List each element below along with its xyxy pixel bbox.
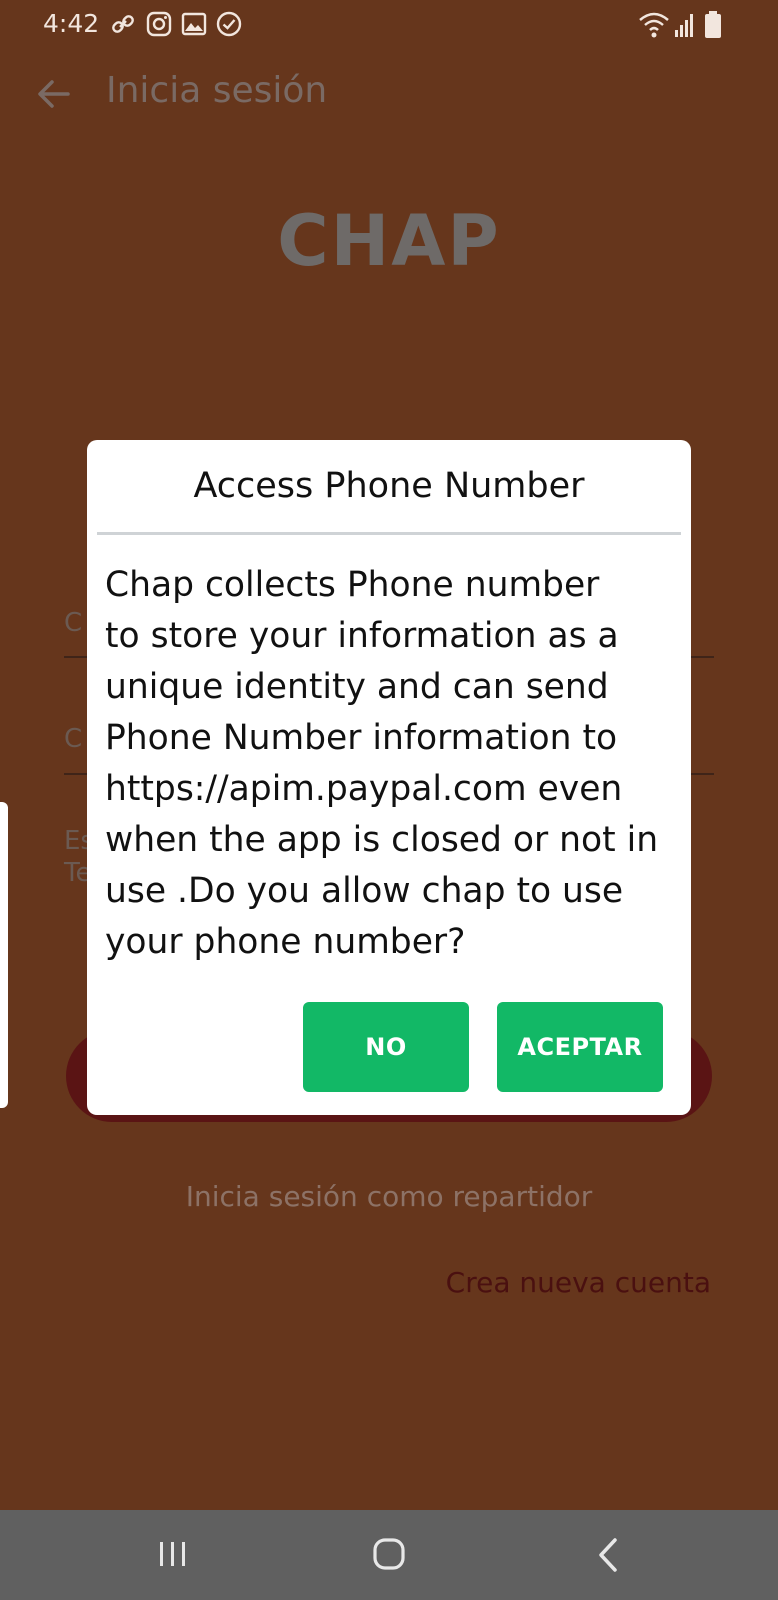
status-right-icons (638, 10, 728, 40)
create-account-link[interactable]: Crea nueva cuenta (446, 1266, 711, 1299)
dialog-divider (97, 532, 681, 535)
recent-apps-icon[interactable] (148, 1532, 198, 1578)
signal-icon (675, 14, 693, 37)
no-button[interactable]: NO (303, 1002, 469, 1092)
home-icon[interactable] (365, 1532, 415, 1578)
dialog-title: Access Phone Number (193, 466, 585, 506)
chap-logo: CHAP (277, 200, 501, 282)
phone-permission-dialog: Access Phone Number Chap collects Phone … (87, 440, 691, 1115)
link-icon (112, 15, 134, 33)
arrow-left-icon[interactable] (34, 74, 74, 114)
status-bar: 4:42 (0, 0, 778, 50)
back-icon[interactable] (585, 1532, 635, 1578)
password-field-hint: C (64, 724, 83, 754)
wifi-icon (639, 12, 669, 38)
page-title: Inicia sesión (106, 70, 328, 111)
navigation-bar (0, 1510, 778, 1600)
battery-icon (705, 11, 721, 38)
driver-login-link[interactable]: Inicia sesión como repartidor (0, 1180, 778, 1213)
accept-button[interactable]: ACEPTAR (497, 1002, 663, 1092)
status-time: 4:42 (43, 9, 100, 38)
check-circle-icon (216, 11, 242, 37)
image-icon (181, 12, 207, 36)
phone-field-hint: C (64, 608, 83, 638)
dialog-message: Chap collects Phone number to store your… (105, 565, 659, 962)
instagram-icon (146, 11, 172, 37)
edge-panel-handle[interactable] (0, 802, 8, 1108)
